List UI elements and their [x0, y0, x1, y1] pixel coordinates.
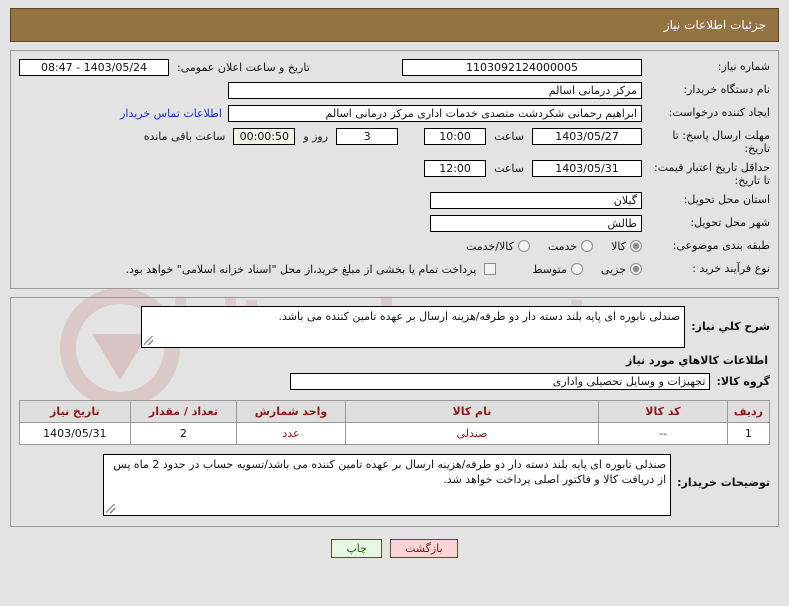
creator-label: ایجاد کننده درخواست: [668, 106, 770, 119]
need-details-panel: شرح کلي نياز: صندلی تابوره ای پایه بلند … [10, 297, 779, 527]
deadline-label: مهلت ارسال پاسخ: تا تاریخ: [672, 129, 770, 155]
validity-hour-label: ساعت [494, 161, 524, 175]
page-title: جزئیات اطلاعات نیاز [663, 18, 766, 32]
goods-table-header-row: ردیف کد کالا نام کالا واحد شمارش تعداد /… [19, 400, 771, 423]
radio-category-service-label: خدمت [547, 239, 578, 253]
col-item-code: کد کالا [598, 400, 728, 423]
cell-item-name: صندلی [344, 422, 600, 445]
row-purchase-process: نوع فرآیند خرید : جزیی متوسط پرداخت تمام… [19, 259, 770, 279]
need-description-row: شرح کلي نياز: صندلی تابوره ای پایه بلند … [19, 306, 770, 348]
need-info-panel: شماره نیاز: 1103092124000005 تاریخ و ساع… [10, 50, 779, 289]
remaining-label: ساعت باقی مانده [143, 129, 226, 143]
row-price-validity: حداقل تاریخ اعتبار قیمت: تا تاریخ: 1403/… [19, 158, 770, 187]
cell-unit: عدد [236, 422, 346, 445]
buyer-contact-link[interactable]: اطلاعات تماس خریدار [120, 107, 222, 120]
buyer-notes-label: توضیحات خریدار: [677, 476, 770, 489]
buyer-org-label: نام دستگاه خریدار: [683, 83, 770, 96]
need-description-textarea[interactable]: صندلی تابوره ای پایه بلند دسته دار دو طر… [141, 306, 686, 348]
col-quantity: تعداد / مقدار [129, 400, 238, 423]
goods-section-title: اطلاعات کالاهاي مورد نياز [626, 354, 768, 367]
days-and-label: روز و [303, 129, 329, 143]
deadline-date-value: 1403/05/27 [532, 127, 642, 145]
buyer-notes-row: توضیحات خریدار: صندلی تابوره ای پایه بلن… [19, 454, 770, 516]
goods-group-value: تجهیزات و وسایل تحصیلی واداری [290, 373, 711, 390]
need-number-value: 1103092124000005 [402, 58, 642, 76]
process-radio-group[interactable]: جزیی متوسط [518, 263, 642, 276]
row-buyer-org: نام دستگاه خریدار: مرکز درمانی اسالم [19, 80, 770, 100]
row-category: طبقه بندی موضوعی: کالا خدمت کالا/خدمت [19, 236, 770, 256]
province-value: گیلان [430, 191, 642, 209]
back-button[interactable]: بازگشت [389, 539, 458, 558]
radio-process-medium-label: متوسط [532, 262, 567, 276]
cell-row-number: 1 [726, 422, 771, 445]
radio-category-goods[interactable] [630, 240, 642, 252]
radio-category-goods-service-label: کالا/خدمت [466, 239, 514, 253]
treasury-bonds-checkbox[interactable] [484, 263, 497, 275]
validity-date-value: 1403/05/31 [532, 159, 642, 177]
cell-need-date: 1403/05/31 [19, 422, 131, 445]
deadline-time-value: 10:00 [424, 127, 487, 145]
table-row: 1 -- صندلی عدد 2 1403/05/31 [19, 422, 771, 445]
radio-process-minor-label: جزیی [600, 262, 626, 276]
city-value: طالش [430, 214, 642, 232]
radio-process-medium[interactable] [570, 263, 583, 275]
goods-table: ردیف کد کالا نام کالا واحد شمارش تعداد /… [19, 400, 771, 445]
need-number-label: شماره نیاز: [717, 60, 770, 73]
days-remaining-value: 3 [336, 127, 399, 145]
validity-label: حداقل تاریخ اعتبار قیمت: تا تاریخ: [654, 161, 770, 187]
category-radio-group[interactable]: کالا خدمت کالا/خدمت [452, 240, 642, 253]
buyer-org-value: مرکز درمانی اسالم [228, 81, 642, 99]
creator-value: ابراهیم رحمانی شکردشت متصدی خدمات اداری … [228, 104, 642, 122]
countdown-timer: 00:00:50 [233, 127, 296, 145]
footer-actions: بازگشت چاپ [0, 539, 789, 558]
radio-category-goods-label: کالا [611, 239, 626, 253]
treasury-bonds-label: پرداخت تمام یا بخشی از مبلغ خرید،از محل … [125, 262, 477, 276]
goods-group-row: گروه کالا: تجهیزات و وسایل تحصیلی واداری [19, 373, 770, 390]
buyer-notes-textarea[interactable]: صندلی تابوره ای پایه بلند دسته دار دو طر… [103, 454, 672, 516]
city-label: شهر محل تحویل: [690, 216, 770, 229]
row-creator: ایجاد کننده درخواست: ابراهیم رحمانی شکرد… [19, 103, 770, 123]
col-item-name: نام کالا [344, 400, 600, 423]
row-city: شهر محل تحویل: طالش [19, 213, 770, 233]
row-deadline: مهلت ارسال پاسخ: تا تاریخ: 1403/05/27 سا… [19, 126, 770, 155]
col-need-date: تاریخ نیاز [19, 400, 131, 423]
category-label: طبقه بندی موضوعی: [672, 239, 770, 252]
radio-category-goods-service[interactable] [517, 240, 530, 252]
announce-value: 1403/05/24 - 08:47 [19, 58, 169, 76]
radio-process-minor[interactable] [630, 263, 642, 275]
col-row-number: ردیف [726, 400, 771, 423]
need-description-label: شرح کلي نياز: [691, 320, 770, 333]
print-button[interactable]: چاپ [331, 539, 382, 558]
province-label: استان محل تحویل: [683, 193, 770, 206]
radio-category-service[interactable] [581, 240, 594, 252]
announce-label: تاریخ و ساعت اعلان عمومی: [177, 60, 310, 74]
cell-quantity: 2 [129, 422, 238, 445]
deadline-hour-label: ساعت [494, 129, 524, 143]
process-label: نوع فرآیند خرید : [692, 262, 770, 275]
col-unit: واحد شمارش [236, 400, 346, 423]
row-province: استان محل تحویل: گیلان [19, 190, 770, 210]
page-header: جزئیات اطلاعات نیاز [10, 8, 779, 42]
goods-group-label: گروه کالا: [716, 375, 770, 388]
cell-item-code: -- [598, 422, 728, 445]
validity-time-value: 12:00 [424, 159, 487, 177]
row-need-number: شماره نیاز: 1103092124000005 تاریخ و ساع… [19, 57, 770, 77]
